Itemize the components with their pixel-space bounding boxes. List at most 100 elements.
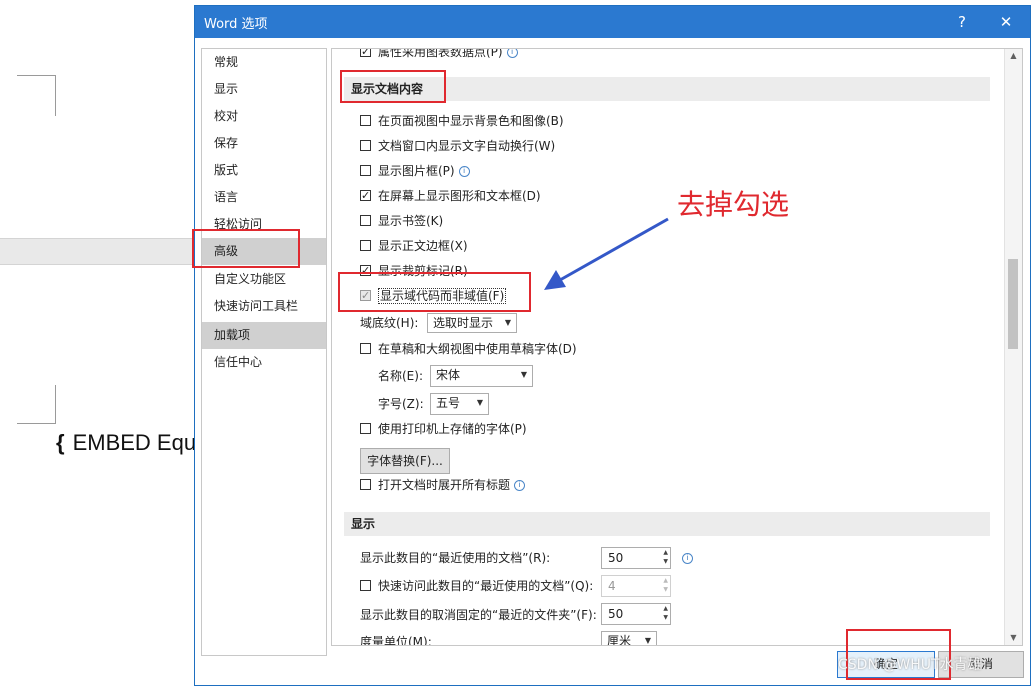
- units-select[interactable]: 厘米 ▼: [601, 631, 657, 646]
- watermark: CSDN @WHUT水青雄: [838, 657, 982, 673]
- checkbox[interactable]: [360, 215, 371, 226]
- field-code-text: EMBED Equ: [72, 430, 197, 455]
- option-text-boundaries[interactable]: 显示正文边框(X): [360, 237, 468, 255]
- option-show-background[interactable]: 在页面视图中显示背景色和图像(B): [360, 112, 564, 130]
- category-list: 常规 显示 校对 保存 版式 语言 轻松访问 高级 自定义功能区 快速访问工具栏…: [201, 48, 327, 656]
- recent-folders-label: 显示此数目的取消固定的“最近的文件夹”(F):: [360, 608, 597, 622]
- checkbox[interactable]: [360, 287, 371, 305]
- chevron-down-icon: ▼: [504, 318, 511, 327]
- nav-item-general[interactable]: 常规: [202, 49, 326, 76]
- option-draft-font[interactable]: 在草稿和大纲视图中使用草稿字体(D): [360, 340, 577, 358]
- close-icon[interactable]: ✕: [994, 10, 1018, 34]
- checkbox[interactable]: [360, 580, 371, 591]
- option-label: 在屏幕上显示图形和文本框(D): [378, 189, 541, 203]
- title-bar[interactable]: Word 选项 ? ✕: [195, 6, 1030, 38]
- quick-access-spinner[interactable]: 4 ▲ ▼: [601, 575, 671, 597]
- recent-documents-spinner[interactable]: 50 ▲ ▼: [601, 547, 671, 569]
- checkbox[interactable]: [360, 479, 371, 490]
- spinner-arrows-icon[interactable]: ▲ ▼: [663, 604, 668, 622]
- option-show-bookmarks[interactable]: 显示书签(K): [360, 212, 443, 230]
- nav-item-customize-ribbon[interactable]: 自定义功能区: [202, 266, 326, 293]
- option-label: 在草稿和大纲视图中使用草稿字体(D): [378, 342, 577, 356]
- section-header-display: 显示: [344, 512, 990, 536]
- field-shading-label: 域底纹(H):: [360, 316, 419, 330]
- info-icon: i: [514, 480, 526, 491]
- checkbox[interactable]: [360, 187, 371, 205]
- chevron-down-icon: ▼: [520, 370, 527, 379]
- units-label: 度量单位(M):: [360, 635, 432, 646]
- option-label: 显示图片框(P): [378, 164, 455, 178]
- option-show-field-codes[interactable]: 显示域代码而非域值(F): [360, 287, 507, 305]
- info-icon: i: [458, 166, 470, 177]
- nav-item-display[interactable]: 显示: [202, 76, 326, 103]
- font-substitution-button[interactable]: 字体替换(F)...: [360, 448, 450, 474]
- scroll-down-icon[interactable]: ▼: [1005, 631, 1022, 645]
- option-label: 显示裁剪标记(R): [378, 264, 468, 278]
- option-label: 打开文档时展开所有标题: [378, 478, 511, 492]
- field-brace: {: [56, 430, 65, 455]
- help-button[interactable]: ?: [950, 10, 974, 34]
- nav-item-advanced[interactable]: 高级: [202, 238, 326, 265]
- scrollbar-thumb[interactable]: [1008, 259, 1018, 349]
- option-crop-marks[interactable]: 显示裁剪标记(R): [360, 262, 468, 280]
- nav-item-quick-access-toolbar[interactable]: 快速访问工具栏: [202, 293, 326, 320]
- scroll-up-icon[interactable]: ▲: [1005, 49, 1022, 63]
- nav-item-save[interactable]: 保存: [202, 130, 326, 157]
- font-size-label: 字号(Z):: [378, 397, 424, 411]
- checkbox[interactable]: [360, 140, 371, 151]
- section-header-show-document-content: 显示文档内容: [344, 77, 990, 101]
- font-size-select[interactable]: 五号 ▼: [430, 393, 489, 415]
- document-page-corner-top: [17, 75, 56, 116]
- option-label: 文档窗口内显示文字自动换行(W): [378, 139, 556, 153]
- spinner-value: 50: [608, 551, 624, 565]
- dialog-title: Word 选项: [204, 17, 268, 32]
- spinner-arrows-icon[interactable]: ▲ ▼: [663, 548, 668, 566]
- spinner-value: 50: [608, 607, 624, 621]
- checkbox[interactable]: [360, 165, 371, 176]
- nav-item-trust-center[interactable]: 信任中心: [202, 349, 326, 376]
- nav-item-accessibility[interactable]: 轻松访问: [202, 211, 326, 238]
- nav-item-language[interactable]: 语言: [202, 184, 326, 211]
- checkbox[interactable]: [360, 240, 371, 251]
- annotation-note: 去掉勾选: [677, 188, 790, 221]
- font-name-select[interactable]: 宋体 ▼: [430, 365, 533, 387]
- document-page-corner-bottom: [17, 385, 56, 424]
- option-chart-data-point[interactable]: 属性采用图表数据点(P)i: [360, 48, 518, 61]
- option-label: 显示域代码而非域值(F): [378, 288, 507, 304]
- field-shading-select[interactable]: 选取时显示 ▼: [427, 313, 517, 333]
- option-printer-fonts[interactable]: 使用打印机上存储的字体(P): [360, 420, 527, 438]
- option-label: 快速访问此数目的“最近使用的文档”(Q):: [378, 579, 594, 593]
- select-value: 五号: [436, 396, 461, 410]
- option-label: 使用打印机上存储的字体(P): [378, 422, 527, 436]
- option-wrap-text[interactable]: 文档窗口内显示文字自动换行(W): [360, 137, 555, 155]
- checkbox[interactable]: [360, 262, 371, 280]
- nav-item-proofing[interactable]: 校对: [202, 103, 326, 130]
- option-quick-access-recent[interactable]: 快速访问此数目的“最近使用的文档”(Q):: [360, 577, 593, 595]
- checkbox[interactable]: [360, 115, 371, 126]
- info-icon: i: [682, 553, 693, 564]
- select-value: 厘米: [607, 634, 632, 646]
- option-expand-headings[interactable]: 打开文档时展开所有标题 i: [360, 476, 526, 494]
- chevron-down-icon: ▼: [644, 636, 651, 645]
- select-value: 选取时显示: [433, 316, 494, 330]
- option-show-drawings[interactable]: 在屏幕上显示图形和文本框(D): [360, 187, 541, 205]
- option-label: 属性采用图表数据点(P): [378, 48, 503, 59]
- select-value: 宋体: [436, 368, 461, 382]
- recent-documents-label: 显示此数目的“最近使用的文档”(R):: [360, 551, 551, 565]
- checkbox[interactable]: [360, 49, 371, 61]
- nav-item-add-ins[interactable]: 加载项: [202, 322, 326, 349]
- advanced-options-pane: 属性采用图表数据点(P)i 显示文档内容 在页面视图中显示背景色和图像(B) 文…: [331, 48, 1023, 646]
- document-field-code: { EMBED Equ: [56, 430, 196, 456]
- checkbox[interactable]: [360, 423, 371, 434]
- info-icon: i: [506, 49, 518, 58]
- nav-item-typography[interactable]: 版式: [202, 157, 326, 184]
- font-name-label: 名称(E):: [378, 369, 423, 383]
- spinner-arrows-icon[interactable]: ▲ ▼: [663, 576, 668, 594]
- recent-folders-spinner[interactable]: 50 ▲ ▼: [601, 603, 671, 625]
- vertical-scrollbar[interactable]: ▲ ▼: [1004, 49, 1022, 645]
- document-band: [0, 238, 196, 265]
- spinner-value: 4: [608, 579, 616, 593]
- option-picture-placeholders[interactable]: 显示图片框(P) i: [360, 162, 470, 180]
- checkbox[interactable]: [360, 343, 371, 354]
- chevron-down-icon: ▼: [476, 398, 483, 407]
